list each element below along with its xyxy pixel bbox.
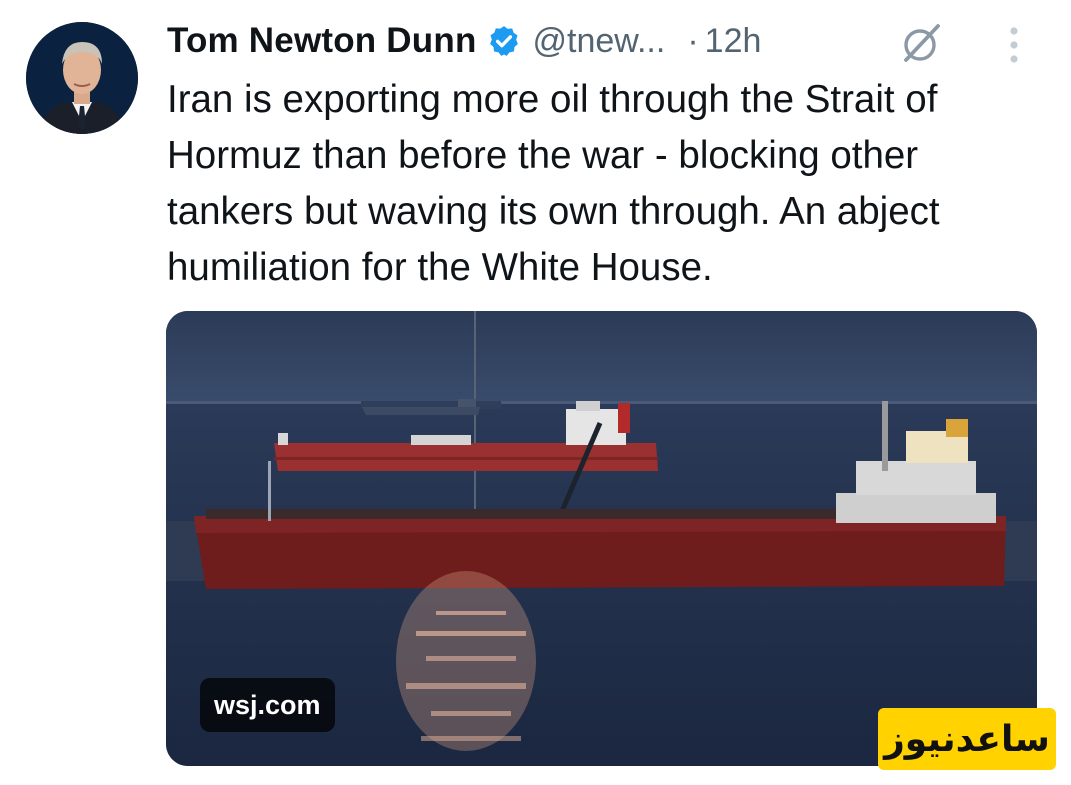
separator-dot: · <box>687 21 699 60</box>
timestamp[interactable]: 12h <box>705 22 762 61</box>
more-options-icon[interactable] <box>1005 24 1023 66</box>
tweet-header: Tom Newton Dunn @tnew... · 12h <box>167 18 761 64</box>
author-avatar[interactable] <box>26 22 138 134</box>
author-name[interactable]: Tom Newton Dunn <box>167 21 477 61</box>
verified-badge-icon <box>489 26 518 56</box>
tweet-text: Iran is exporting more oil through the S… <box>167 78 940 289</box>
site-watermark: ساعدنیوز <box>878 708 1056 770</box>
media-source-label[interactable]: wsj.com <box>200 678 335 732</box>
avatar-image <box>26 22 138 134</box>
author-handle[interactable]: @tnew... <box>533 22 666 61</box>
grok-icon[interactable] <box>898 20 944 66</box>
